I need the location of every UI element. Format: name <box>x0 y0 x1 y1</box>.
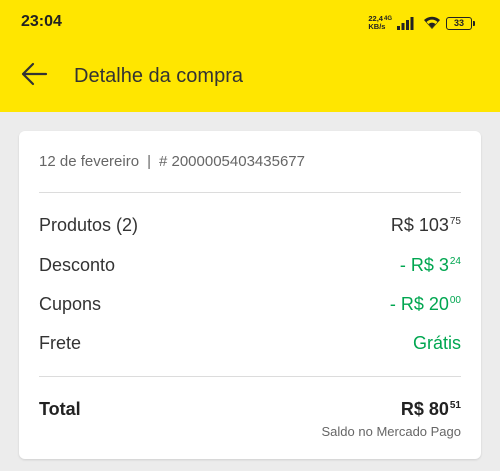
purchase-detail-card: 12 de fevereiro | # 2000005403435677 Produ… <box>19 131 481 459</box>
status-time: 23:04 <box>21 13 62 30</box>
network-speed-unit: KB/s <box>368 22 386 31</box>
coupons-price: - R$ 20 00 <box>390 294 461 315</box>
products-price-cents: 75 <box>449 215 461 227</box>
total-label: Total <box>39 398 81 419</box>
coupons-price-main: - R$ 20 <box>389 293 449 314</box>
page-title: Detalhe da compra <box>74 65 243 87</box>
products-row: Produtos (2) R$ 103 75 <box>39 213 461 237</box>
back-button[interactable] <box>12 54 56 98</box>
cell-signal-icon <box>396 15 418 31</box>
discount-price-main: - R$ 3 <box>399 254 449 275</box>
purchase-date: 12 de fevereiro <box>39 153 140 170</box>
coupons-label: Cupons <box>39 293 102 314</box>
discount-price-cents: 24 <box>449 255 461 267</box>
shipping-label: Frete <box>39 332 82 353</box>
shipping-row: Frete Grátis <box>39 331 461 355</box>
divider <box>39 192 461 193</box>
total-row: Total R$ 80 51 <box>39 397 461 421</box>
wifi-icon <box>422 15 442 31</box>
purchase-meta: 12 de fevereiro | # 2000005403435677 <box>39 153 305 170</box>
products-label: Produtos (2) <box>39 214 139 235</box>
status-bar: 23:04 22,4 4G KB/s 33 <box>0 0 500 44</box>
shipping-value: Grátis <box>412 332 461 353</box>
order-number: # 2000005403435677 <box>158 153 305 170</box>
network-speed: 22,4 4G KB/s <box>368 15 392 31</box>
total-price: R$ 80 51 <box>401 399 461 420</box>
payment-method-note: Saldo no Mercado Pago <box>321 424 461 439</box>
meta-separator: | <box>147 153 151 170</box>
total-price-main: R$ 80 <box>400 398 449 419</box>
network-type: 4G <box>383 16 392 22</box>
divider <box>39 376 461 377</box>
discount-price: - R$ 3 24 <box>400 255 461 276</box>
products-price: R$ 103 75 <box>391 215 461 236</box>
products-price-main: R$ 103 <box>390 214 449 235</box>
app-bar: 23:04 22,4 4G KB/s 33 Detalhe da compra <box>0 0 500 112</box>
total-price-cents: 51 <box>449 399 461 411</box>
arrow-left-icon <box>20 62 48 91</box>
discount-label: Desconto <box>39 254 116 275</box>
coupons-row: Cupons - R$ 20 00 <box>39 292 461 316</box>
battery-icon: 33 <box>446 16 475 30</box>
discount-row: Desconto - R$ 3 24 <box>39 253 461 277</box>
status-icons: 22,4 4G KB/s 33 <box>368 12 475 34</box>
toolbar: Detalhe da compra <box>0 44 500 112</box>
coupons-price-cents: 00 <box>449 294 461 306</box>
